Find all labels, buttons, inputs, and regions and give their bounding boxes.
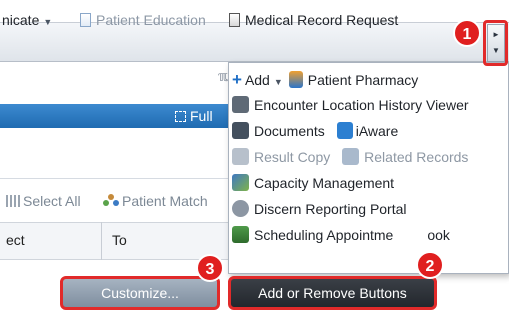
iaware-button[interactable]: iAware <box>336 122 399 139</box>
medical-record-request-button[interactable]: Medical Record Request <box>229 12 398 28</box>
callout-badge-2: 2 <box>416 251 444 279</box>
documents-icon <box>232 122 249 139</box>
related-records-icon <box>342 148 360 165</box>
patient-match-label: Patient Match <box>122 193 208 209</box>
documents-button[interactable]: Documents <box>232 122 325 139</box>
calendar-icon <box>232 226 249 243</box>
encounter-location-label: Encounter Location History Viewer <box>254 97 469 113</box>
communicate-menu[interactable]: nicate ▼ <box>2 12 52 28</box>
full-label: Full <box>190 108 213 124</box>
pin-icon: ℼ <box>218 68 228 84</box>
patient-education-button[interactable]: Patient Education <box>80 12 206 28</box>
iaware-icon <box>336 122 353 139</box>
full-screen-button[interactable]: Full <box>175 108 213 124</box>
menu-item-result-copy-row: Result Copy Related Records <box>232 148 468 170</box>
callout-badge-1: 1 <box>453 19 481 47</box>
pharmacy-icon <box>288 71 303 88</box>
capacity-management-label: Capacity Management <box>254 175 395 191</box>
capacity-chart-icon <box>232 174 249 191</box>
scheduling-label-tail: ook <box>427 227 450 243</box>
menu-item-add[interactable]: + Add ▼ Patient Pharmacy <box>232 70 418 92</box>
chevron-down-icon: ▼ <box>273 77 283 87</box>
iaware-label: iAware <box>355 123 399 139</box>
menu-item-capacity-management[interactable]: Capacity Management <box>232 174 394 196</box>
patient-match-button[interactable]: Patient Match <box>103 193 208 209</box>
related-records-button[interactable]: Related Records <box>342 148 469 165</box>
location-history-icon <box>232 96 249 113</box>
chevron-down-icon: ▼ <box>43 17 53 27</box>
menu-item-scheduling[interactable]: Scheduling Appointme ook <box>232 226 450 248</box>
discern-reporting-label: Discern Reporting Portal <box>254 201 407 217</box>
related-records-label: Related Records <box>364 149 469 165</box>
column-header-subject[interactable]: ect <box>6 232 25 248</box>
add-remove-buttons-button[interactable]: Add or Remove Buttons <box>228 276 437 310</box>
patient-pharmacy-label: Patient Pharmacy <box>307 72 419 88</box>
documents-label: Documents <box>254 123 325 139</box>
full-screen-icon <box>175 111 186 122</box>
result-copy-label: Result Copy <box>254 149 331 165</box>
callout-badge-3: 3 <box>196 254 224 282</box>
column-header-to[interactable]: To <box>112 232 127 248</box>
menu-item-documents-row: Documents iAware <box>232 122 398 144</box>
customize-button[interactable]: Customize... <box>60 276 220 310</box>
result-copy-button[interactable]: Result Copy <box>232 148 331 165</box>
column-divider <box>101 222 102 260</box>
result-copy-icon <box>232 148 249 165</box>
scheduling-label: Scheduling Appointme <box>254 227 394 243</box>
communicate-label: nicate <box>2 12 40 28</box>
callout-highlight-overflow <box>483 20 508 66</box>
top-toolbar <box>0 22 509 62</box>
patient-education-label: Patient Education <box>96 12 206 28</box>
document-icon <box>80 13 91 27</box>
add-label: Add <box>244 72 270 88</box>
report-icon <box>232 200 249 217</box>
select-all-icon <box>6 195 20 207</box>
select-all-button[interactable]: Select All <box>6 193 81 209</box>
document-icon <box>229 13 240 27</box>
menu-item-discern-reporting[interactable]: Discern Reporting Portal <box>232 200 407 222</box>
plus-icon: + <box>232 70 242 89</box>
patient-match-icon <box>103 194 119 208</box>
menu-item-encounter-location[interactable]: Encounter Location History Viewer <box>232 96 469 118</box>
select-all-label: Select All <box>23 193 81 209</box>
medical-record-request-label: Medical Record Request <box>245 12 399 28</box>
